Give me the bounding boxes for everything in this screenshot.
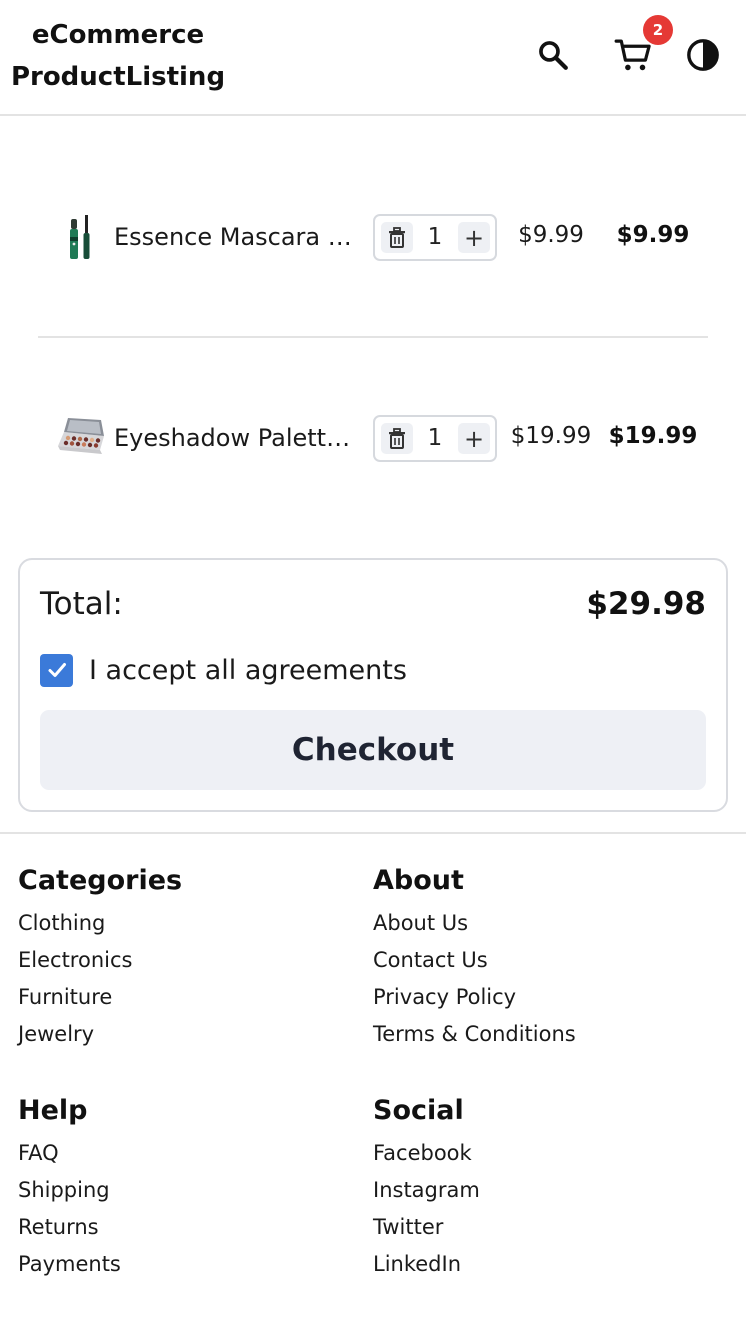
checkout-button[interactable]: Checkout	[40, 710, 706, 790]
footer-link[interactable]: Electronics	[18, 942, 348, 979]
footer-link[interactable]: Instagram	[373, 1172, 703, 1209]
footer-link[interactable]: Jewelry	[18, 1016, 348, 1053]
trash-icon	[389, 226, 405, 248]
cart-item: Eyeshadow Palette with Mirror 1 + $19.99…	[38, 408, 708, 468]
footer-heading: Social	[373, 1095, 464, 1126]
item-divider	[38, 336, 708, 338]
footer-divider	[0, 832, 746, 834]
cart-count-badge: 2	[643, 15, 673, 45]
footer-link[interactable]: Returns	[18, 1209, 348, 1246]
quantity-stepper: 1 +	[373, 415, 497, 462]
footer-link[interactable]: Privacy Policy	[373, 979, 703, 1016]
footer-column-help: Help FAQ Shipping Returns Payments	[18, 1094, 348, 1283]
total-label: Total:	[40, 586, 123, 622]
footer-column-about: About About Us Contact Us Privacy Policy…	[373, 864, 703, 1053]
mascara-image	[70, 215, 90, 259]
brand-line-1: eCommerce	[31, 20, 205, 50]
product-name[interactable]: Eyeshadow Palette with Mirror	[114, 423, 364, 453]
line-total: $19.99	[608, 423, 698, 449]
footer-link[interactable]: Clothing	[18, 905, 348, 942]
product-name[interactable]: Essence Mascara Lash Princess	[114, 222, 364, 252]
brand-logo[interactable]: eCommerce ProductListing	[8, 14, 228, 98]
footer-link[interactable]: Furniture	[18, 979, 348, 1016]
footer-link[interactable]: Facebook	[373, 1135, 703, 1172]
cart-icon	[614, 39, 651, 71]
footer-link[interactable]: About Us	[373, 905, 703, 942]
brand-line-2: ProductListing	[10, 62, 226, 92]
trash-icon	[389, 427, 405, 449]
plus-icon: +	[463, 223, 485, 252]
quantity-value: 1	[427, 224, 443, 250]
footer-column-social: Social Facebook Instagram Twitter Linked…	[373, 1094, 703, 1283]
search-icon	[539, 41, 568, 70]
footer-heading: About	[373, 865, 464, 896]
order-summary: Total: $29.98 I accept all agreements Ch…	[18, 558, 728, 812]
footer-link[interactable]: Contact Us	[373, 942, 703, 979]
footer-link[interactable]: Twitter	[373, 1209, 703, 1246]
footer-link[interactable]: FAQ	[18, 1135, 348, 1172]
agreement-label: I accept all agreements	[89, 654, 407, 686]
increment-button[interactable]: +	[458, 423, 490, 454]
footer-link[interactable]: Terms & Conditions	[373, 1016, 703, 1053]
remove-item-button[interactable]	[381, 222, 413, 253]
eyeshadow-palette-image	[58, 418, 104, 454]
cart-item: Essence Mascara Lash Princess 1 + $9.99 …	[38, 207, 708, 267]
eyeshadow-palette-thumbnail[interactable]	[52, 410, 108, 466]
unit-price: $9.99	[518, 222, 584, 248]
theme-toggle-button[interactable]	[682, 34, 724, 76]
site-header: eCommerce ProductListing 2	[0, 0, 746, 116]
increment-button[interactable]: +	[458, 222, 490, 253]
remove-item-button[interactable]	[381, 423, 413, 454]
footer-link[interactable]: Shipping	[18, 1172, 348, 1209]
plus-icon: +	[463, 424, 485, 453]
quantity-value: 1	[427, 425, 443, 451]
agreement-row[interactable]: I accept all agreements	[40, 653, 407, 687]
footer-link[interactable]: Payments	[18, 1246, 348, 1283]
search-button[interactable]	[532, 34, 574, 76]
mascara-thumbnail[interactable]	[52, 209, 108, 265]
footer-heading: Categories	[18, 865, 183, 896]
footer-column-categories: Categories Clothing Electronics Furnitur…	[18, 864, 348, 1053]
checkmark-icon	[48, 663, 66, 677]
footer-link[interactable]: LinkedIn	[373, 1246, 703, 1283]
line-total: $9.99	[616, 222, 690, 248]
quantity-stepper: 1 +	[373, 214, 497, 261]
total-value: $29.98	[586, 586, 706, 622]
footer-heading: Help	[18, 1095, 88, 1126]
theme-toggle-icon	[687, 39, 719, 71]
agreement-checkbox[interactable]	[40, 653, 73, 687]
unit-price: $19.99	[510, 423, 592, 449]
